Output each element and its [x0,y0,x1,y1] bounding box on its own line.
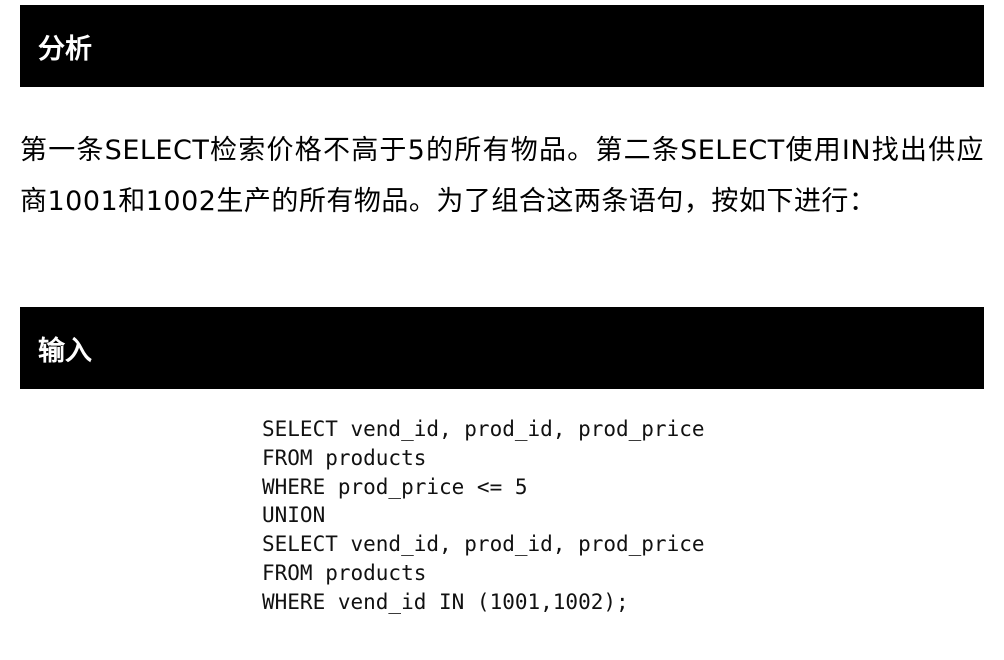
code-line: WHERE vend_id IN (1001,1002); [262,589,629,614]
input-header: 输入 [20,307,984,389]
code-line: WHERE prod_price <= 5 [262,474,528,499]
code-line: SELECT vend_id, prod_id, prod_price [262,532,705,557]
analysis-header-title: 分析 [38,33,92,65]
sql-code-block: SELECT vend_id, prod_id, prod_price FROM… [262,415,705,617]
analysis-header: 分析 [20,5,984,87]
code-line: FROM products [262,445,427,470]
code-line: SELECT vend_id, prod_id, prod_price [262,417,705,441]
code-line: UNION [262,503,326,528]
code-line: FROM products [262,560,427,585]
analysis-paragraph: 第一条SELECT检索价格不高于5的所有物品。第二条SELECT使用IN找出供应… [20,135,984,217]
input-header-title: 输入 [38,335,92,367]
